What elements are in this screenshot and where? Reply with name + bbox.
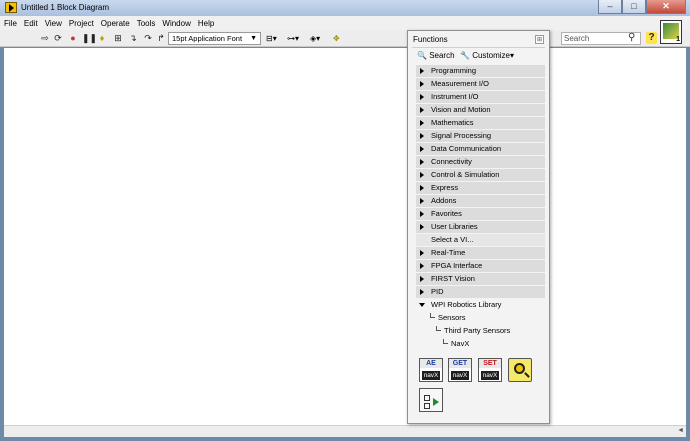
tree-item-navx[interactable]: NavX [443, 339, 469, 348]
palette-category-first-vision[interactable]: FIRST Vision [416, 273, 545, 286]
status-bar: ◄ [4, 425, 686, 437]
palette-title: Functions [413, 35, 448, 44]
block-diagram-canvas[interactable] [4, 48, 686, 425]
expand-arrow-icon [420, 68, 424, 74]
palette-divider [412, 47, 545, 48]
font-select-value: 15pt Application Font [172, 34, 243, 43]
run-arrow-icon[interactable]: ⇨ [40, 33, 50, 44]
pause-icon[interactable]: ❚❚ [82, 33, 97, 44]
chevron-down-icon: ▼ [250, 35, 257, 42]
expand-arrow-icon [420, 263, 424, 269]
context-help-icon[interactable]: ? [646, 32, 657, 44]
arrow-right-icon [433, 398, 439, 406]
expand-arrow-icon [420, 146, 424, 152]
expand-arrow-icon [420, 211, 424, 217]
palette-category-programming[interactable]: Programming [416, 65, 545, 78]
tree-elbow-icon [436, 326, 441, 331]
run-continuously-icon[interactable]: ⟳ [53, 33, 63, 44]
palette-category-real-time[interactable]: Real-Time [416, 247, 545, 260]
palette-search-label: Search [429, 51, 455, 60]
cleanup-diagram-icon[interactable]: ✥ [333, 33, 340, 44]
tree-item-sensors[interactable]: Sensors [430, 313, 466, 322]
pin-icon[interactable]: ⊞ [535, 35, 544, 44]
align-objects-icon[interactable]: ⊟▾ [266, 33, 277, 44]
magnifier-handle [524, 372, 530, 378]
search-icon[interactable]: ⚲ [628, 32, 635, 43]
palette-category-mathematics[interactable]: Mathematics [416, 117, 545, 130]
palette-category-pid[interactable]: PID [416, 286, 545, 299]
palette-select-a-vi[interactable]: Select a VI... [416, 234, 545, 247]
vi-icon-badge: 1 [676, 36, 680, 43]
reorder-icon[interactable]: ◈▾ [310, 33, 320, 44]
step-out-icon[interactable]: ↱ [155, 33, 167, 44]
menu-file[interactable]: File [4, 19, 17, 28]
collapse-arrow-icon [419, 303, 425, 307]
step-into-icon[interactable]: ↴ [127, 33, 139, 44]
distribute-objects-icon[interactable]: ⊶▾ [287, 33, 299, 44]
expand-arrow-icon [420, 185, 424, 191]
palette-category-connectivity[interactable]: Connectivity [416, 156, 545, 169]
navx-ae-vi-icon[interactable]: AE navX [419, 358, 443, 382]
tree-elbow-icon [430, 313, 435, 318]
menu-project[interactable]: Project [69, 19, 94, 28]
palette-category-vision-motion[interactable]: Vision and Motion [416, 104, 545, 117]
menu-operate[interactable]: Operate [101, 19, 130, 28]
palette-search-button[interactable]: 🔍 Search [417, 51, 455, 60]
magnifier-icon [514, 363, 525, 374]
maximize-button[interactable]: □ [622, 0, 646, 14]
tree-item-third-party-sensors[interactable]: Third Party Sensors [436, 326, 510, 335]
palette-category-wpi-robotics-library[interactable]: WPI Robotics Library [416, 299, 545, 312]
palette-category-addons[interactable]: Addons [416, 195, 545, 208]
expand-arrow-icon [420, 224, 424, 230]
step-over-icon[interactable]: ↷ [142, 33, 154, 44]
palette-category-signal-processing[interactable]: Signal Processing [416, 130, 545, 143]
expand-arrow-icon [420, 133, 424, 139]
subpalette-folder-icon[interactable] [419, 388, 443, 412]
abort-icon[interactable]: ● [68, 33, 78, 44]
labview-app-icon [5, 2, 17, 13]
expand-arrow-icon [420, 120, 424, 126]
window-title: Untitled 1 Block Diagram [21, 3, 110, 12]
expand-arrow-icon [420, 198, 424, 204]
menu-window[interactable]: Window [162, 19, 190, 28]
menu-tools[interactable]: Tools [137, 19, 156, 28]
expand-arrow-icon [420, 172, 424, 178]
palette-category-instrument-io[interactable]: Instrument I/O [416, 91, 545, 104]
palette-category-data-communication[interactable]: Data Communication [416, 143, 545, 156]
highlight-execution-icon[interactable]: ♦ [97, 33, 107, 44]
menu-help[interactable]: Help [198, 19, 214, 28]
retain-wire-values-icon[interactable]: ⊞ [112, 33, 124, 44]
palette-category-measurement-io[interactable]: Measurement I/O [416, 78, 545, 91]
palette-category-user-libraries[interactable]: User Libraries [416, 221, 545, 234]
font-select[interactable]: 15pt Application Font ▼ [168, 32, 261, 45]
expand-arrow-icon [420, 94, 424, 100]
palette-category-express[interactable]: Express [416, 182, 545, 195]
palette-customize-button[interactable]: 🔧 Customize▾ [460, 51, 514, 60]
close-button[interactable]: ✕ [646, 0, 686, 14]
scroll-left-icon[interactable]: ◄ [677, 427, 684, 434]
navx-get-vi-icon[interactable]: GET navX [448, 358, 472, 382]
palette-category-control-simulation[interactable]: Control & Simulation [416, 169, 545, 182]
expand-arrow-icon [420, 107, 424, 113]
palette-customize-label: Customize [472, 51, 510, 60]
tree-elbow-icon [443, 339, 448, 344]
palette-category-favorites[interactable]: Favorites [416, 208, 545, 221]
expand-arrow-icon [420, 289, 424, 295]
window-controls: – □ ✕ [598, 0, 686, 15]
menu-edit[interactable]: Edit [24, 19, 38, 28]
expand-arrow-icon [420, 159, 424, 165]
search-vi-icon[interactable] [508, 358, 532, 382]
expand-arrow-icon [420, 81, 424, 87]
palette-category-list: Programming Measurement I/O Instrument I… [416, 65, 545, 312]
minimize-button[interactable]: – [598, 0, 622, 14]
palette-category-fpga-interface[interactable]: FPGA Interface [416, 260, 545, 273]
window-titlebar: Untitled 1 Block Diagram – □ ✕ [0, 0, 690, 16]
navx-set-vi-icon[interactable]: SET navX [478, 358, 502, 382]
menu-view[interactable]: View [45, 19, 62, 28]
expand-arrow-icon [420, 250, 424, 256]
expand-arrow-icon [420, 276, 424, 282]
functions-palette: Functions ⊞ 🔍 Search 🔧 Customize▾ Progra… [407, 30, 550, 424]
vi-icon[interactable]: 1 [660, 20, 682, 44]
menu-bar: File Edit View Project Operate Tools Win… [0, 16, 690, 30]
